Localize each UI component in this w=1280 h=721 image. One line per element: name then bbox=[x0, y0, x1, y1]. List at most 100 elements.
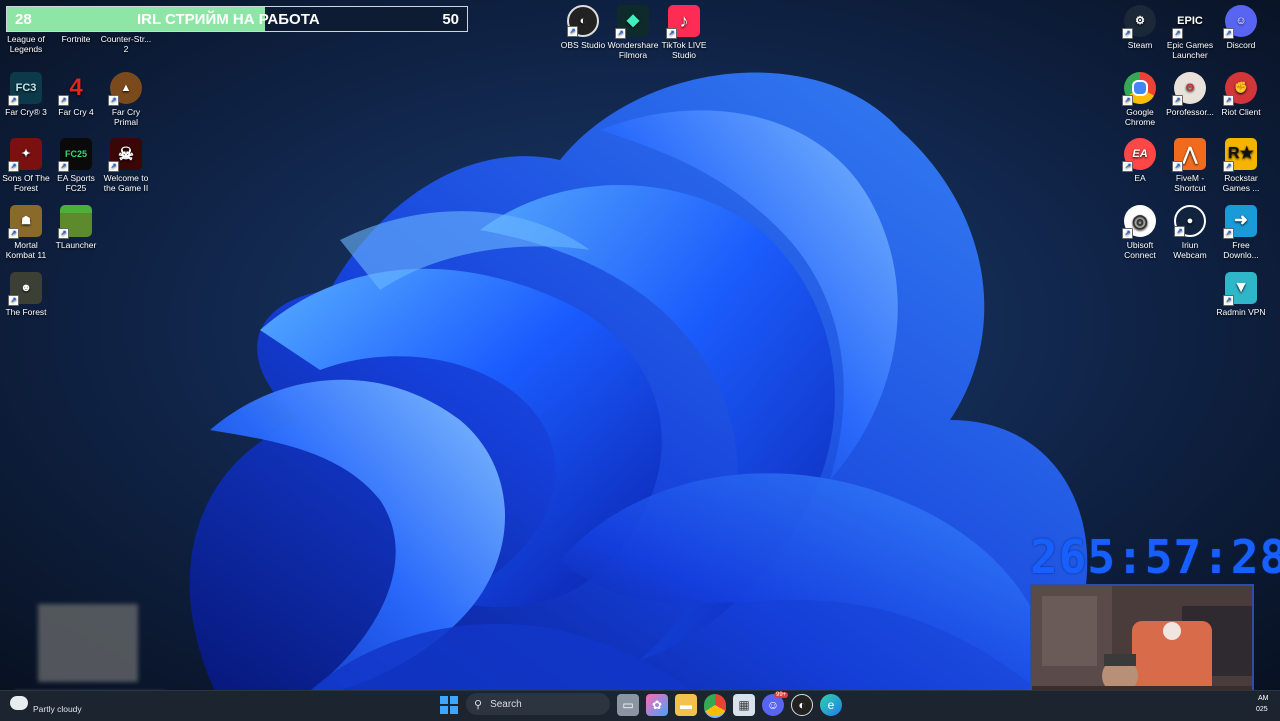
desktop-icon-obs[interactable]: ◐ ↗ OBS Studio bbox=[557, 5, 609, 50]
mortal-kombat-icon: ☗ ↗ bbox=[8, 205, 42, 239]
rockstar-icon: R★ ↗ bbox=[1223, 138, 1257, 172]
desktop-icon-label: Far Cry 4 bbox=[58, 107, 94, 117]
desktop-icon-riot-client[interactable]: ✊ ↗ Riot Client bbox=[1215, 72, 1267, 117]
discord-icon: ☺ ↗ bbox=[1223, 5, 1257, 39]
sons-of-the-forest-icon: ✦ ↗ bbox=[8, 138, 42, 172]
stream-goal-bar: 28 IRL СТРИЙМ НА РАБОТА 50 bbox=[6, 6, 468, 32]
task-view-icon[interactable]: ▭ bbox=[617, 694, 639, 716]
far-cry-3-icon: FC3 ↗ bbox=[8, 72, 42, 106]
desktop-icon-the-forest[interactable]: ☻ ↗ The Forest bbox=[0, 272, 52, 317]
windows-logo-icon bbox=[440, 696, 458, 714]
ea-fc25-icon: FC25 ↗ bbox=[58, 138, 92, 172]
search-icon: ⚲ bbox=[474, 698, 483, 711]
weather-icon[interactable] bbox=[10, 696, 28, 710]
download-arrow-icon: ➜ ↗ bbox=[1223, 205, 1257, 239]
desktop-icon-label: TikTok LIVE Studio bbox=[661, 40, 707, 60]
desktop-icon-free-download[interactable]: ➜ ↗ Free Downlo... bbox=[1215, 205, 1267, 260]
steam-icon: ⚙ ↗ bbox=[1122, 5, 1156, 39]
desktop-icon-porofessor[interactable]: ʘ ↗ Porofessor... bbox=[1164, 72, 1216, 117]
desktop-icon-ubisoft[interactable]: ◎ ↗ Ubisoft Connect bbox=[1114, 205, 1166, 260]
obs-icon: ◐ ↗ bbox=[567, 5, 599, 37]
grass-block-icon: ↗ bbox=[58, 205, 92, 239]
copilot-icon[interactable]: ✿ bbox=[646, 694, 668, 716]
epic-games-icon: EPIC ↗ bbox=[1172, 5, 1206, 39]
desktop-icon-label: Wondershare Filmora bbox=[607, 40, 659, 60]
desktop-icon-filmora[interactable]: ◆ ↗ Wondershare Filmora bbox=[607, 5, 659, 60]
desktop-icon-label: Rockstar Games ... bbox=[1222, 173, 1260, 193]
desktop-icon-fortnite[interactable]: Fortnite bbox=[50, 34, 102, 44]
desktop-icon-far-cry-3[interactable]: FC3 ↗ Far Cry® 3 bbox=[0, 72, 52, 117]
desktop-icon-label: OBS Studio bbox=[560, 40, 606, 50]
far-cry-primal-icon: ▲ ↗ bbox=[108, 72, 142, 106]
desktop-icon-rockstar[interactable]: R★ ↗ Rockstar Games ... bbox=[1215, 138, 1267, 193]
desktop-icon-label: Porofessor... bbox=[1166, 107, 1214, 117]
desktop-icon-label: Mortal Kombat 11 bbox=[5, 240, 47, 260]
desktop-icon-far-cry-primal[interactable]: ▲ ↗ Far Cry Primal bbox=[100, 72, 152, 127]
desktop-icon-label: Google Chrome bbox=[1124, 107, 1156, 127]
desktop-icon-radmin-vpn[interactable]: ▼ ↗ Radmin VPN bbox=[1215, 272, 1267, 317]
desktop-icon-ea-fc25[interactable]: FC25 ↗ EA Sports FC25 bbox=[50, 138, 102, 193]
desktop-icon-label: Far Cry® 3 bbox=[5, 107, 47, 117]
desktop-icon-label: Iriun Webcam bbox=[1173, 240, 1207, 260]
obscured-widget bbox=[38, 604, 138, 682]
desktop-icon-welcome-to-the-game[interactable]: ☠ ↗ Welcome to the Game II bbox=[100, 138, 152, 193]
desktop-icon-sons-of-the-forest[interactable]: ✦ ↗ Sons Of The Forest bbox=[0, 138, 52, 193]
chrome-taskbar-icon[interactable] bbox=[704, 694, 726, 718]
desktop-icon-label: Discord bbox=[1226, 40, 1256, 50]
poro-icon: ʘ ↗ bbox=[1172, 72, 1206, 106]
filmora-icon: ◆ ↗ bbox=[615, 5, 649, 39]
desktop-icon-label: Fortnite bbox=[61, 34, 91, 44]
search-placeholder: Search bbox=[490, 698, 522, 710]
the-forest-icon: ☻ ↗ bbox=[8, 272, 42, 306]
desktop-icon-league[interactable]: League of Legends bbox=[0, 34, 52, 54]
desktop-icon-tiktok-live[interactable]: ♪ ↗ TikTok LIVE Studio bbox=[658, 5, 710, 60]
clock-date[interactable]: 025 bbox=[1256, 706, 1268, 713]
goal-current-count: 28 bbox=[15, 11, 32, 28]
goal-title: IRL СТРИЙМ НА РАБОТА bbox=[137, 11, 320, 28]
desktop-icon-label: League of Legends bbox=[7, 34, 45, 54]
chrome-icon: ↗ bbox=[1122, 72, 1156, 106]
ea-icon: EA ↗ bbox=[1122, 138, 1156, 172]
desktop-icon-label: Radmin VPN bbox=[1216, 307, 1266, 317]
desktop-icon-label: Riot Client bbox=[1221, 107, 1261, 117]
desktop-icon-counter-strike[interactable]: Counter-Str... 2 bbox=[100, 34, 152, 54]
file-explorer-icon[interactable]: ▬ bbox=[675, 694, 697, 716]
taskbar-search[interactable]: ⚲ Search bbox=[466, 693, 610, 715]
desktop-icon-chrome[interactable]: ↗ Google Chrome bbox=[1114, 72, 1166, 127]
desktop-icon-tlauncher[interactable]: ↗ TLauncher bbox=[50, 205, 102, 250]
desktop-icon-label: FiveM - Shortcut bbox=[1174, 173, 1206, 193]
desktop-icon-label: Sons Of The Forest bbox=[2, 173, 50, 193]
desktop-icon-discord[interactable]: ☺ ↗ Discord bbox=[1215, 5, 1267, 50]
clock-time[interactable]: AM bbox=[1258, 695, 1269, 702]
desktop-icon-label: TLauncher bbox=[55, 240, 97, 250]
discord-notification-badge: 99+ bbox=[774, 692, 789, 698]
fivem-icon: ⋀ ↗ bbox=[1172, 138, 1206, 172]
riot-fist-icon: ✊ ↗ bbox=[1223, 72, 1257, 106]
desktop-icon-label: Ubisoft Connect bbox=[1124, 240, 1156, 260]
desktop-icon-label: Counter-Str... 2 bbox=[100, 34, 152, 54]
desktop-icon-label: Far Cry Primal bbox=[111, 107, 141, 127]
tiktok-icon: ♪ ↗ bbox=[666, 5, 700, 39]
desktop-icon-label: Epic Games Launcher bbox=[1166, 40, 1214, 60]
start-button[interactable] bbox=[438, 694, 460, 716]
weather-status[interactable]: Partly cloudy bbox=[33, 704, 82, 714]
desktop-icon-steam[interactable]: ⚙ ↗ Steam bbox=[1114, 5, 1166, 50]
stream-timer: 265:57:28 bbox=[1030, 530, 1280, 584]
desktop-icon-label: EA bbox=[1134, 173, 1146, 183]
skull-icon: ☠ ↗ bbox=[108, 138, 142, 172]
store-icon[interactable]: ▦ bbox=[733, 694, 755, 716]
desktop-icon-label: Free Downlo... bbox=[1223, 240, 1259, 260]
desktop-icon-mortal-kombat[interactable]: ☗ ↗ Mortal Kombat 11 bbox=[0, 205, 52, 260]
desktop-icon-fivem[interactable]: ⋀ ↗ FiveM - Shortcut bbox=[1164, 138, 1216, 193]
desktop-icon-far-cry-4[interactable]: 4 ↗ Far Cry 4 bbox=[50, 72, 102, 117]
obs-taskbar-icon[interactable]: ◐ bbox=[791, 694, 813, 716]
edge-icon[interactable]: e bbox=[820, 694, 842, 716]
desktop-icon-epic[interactable]: EPIC ↗ Epic Games Launcher bbox=[1164, 5, 1216, 61]
desktop-icon-iriun[interactable]: ● ↗ Iriun Webcam bbox=[1164, 205, 1216, 260]
desktop-icon-ea[interactable]: EA ↗ EA bbox=[1114, 138, 1166, 183]
radmin-shield-icon: ▼ ↗ bbox=[1223, 272, 1257, 306]
desktop-icon-label: EA Sports FC25 bbox=[57, 173, 95, 193]
taskbar bbox=[0, 690, 1280, 721]
ubisoft-swirl-icon: ◎ ↗ bbox=[1122, 205, 1156, 239]
far-cry-4-icon: 4 ↗ bbox=[58, 72, 92, 106]
